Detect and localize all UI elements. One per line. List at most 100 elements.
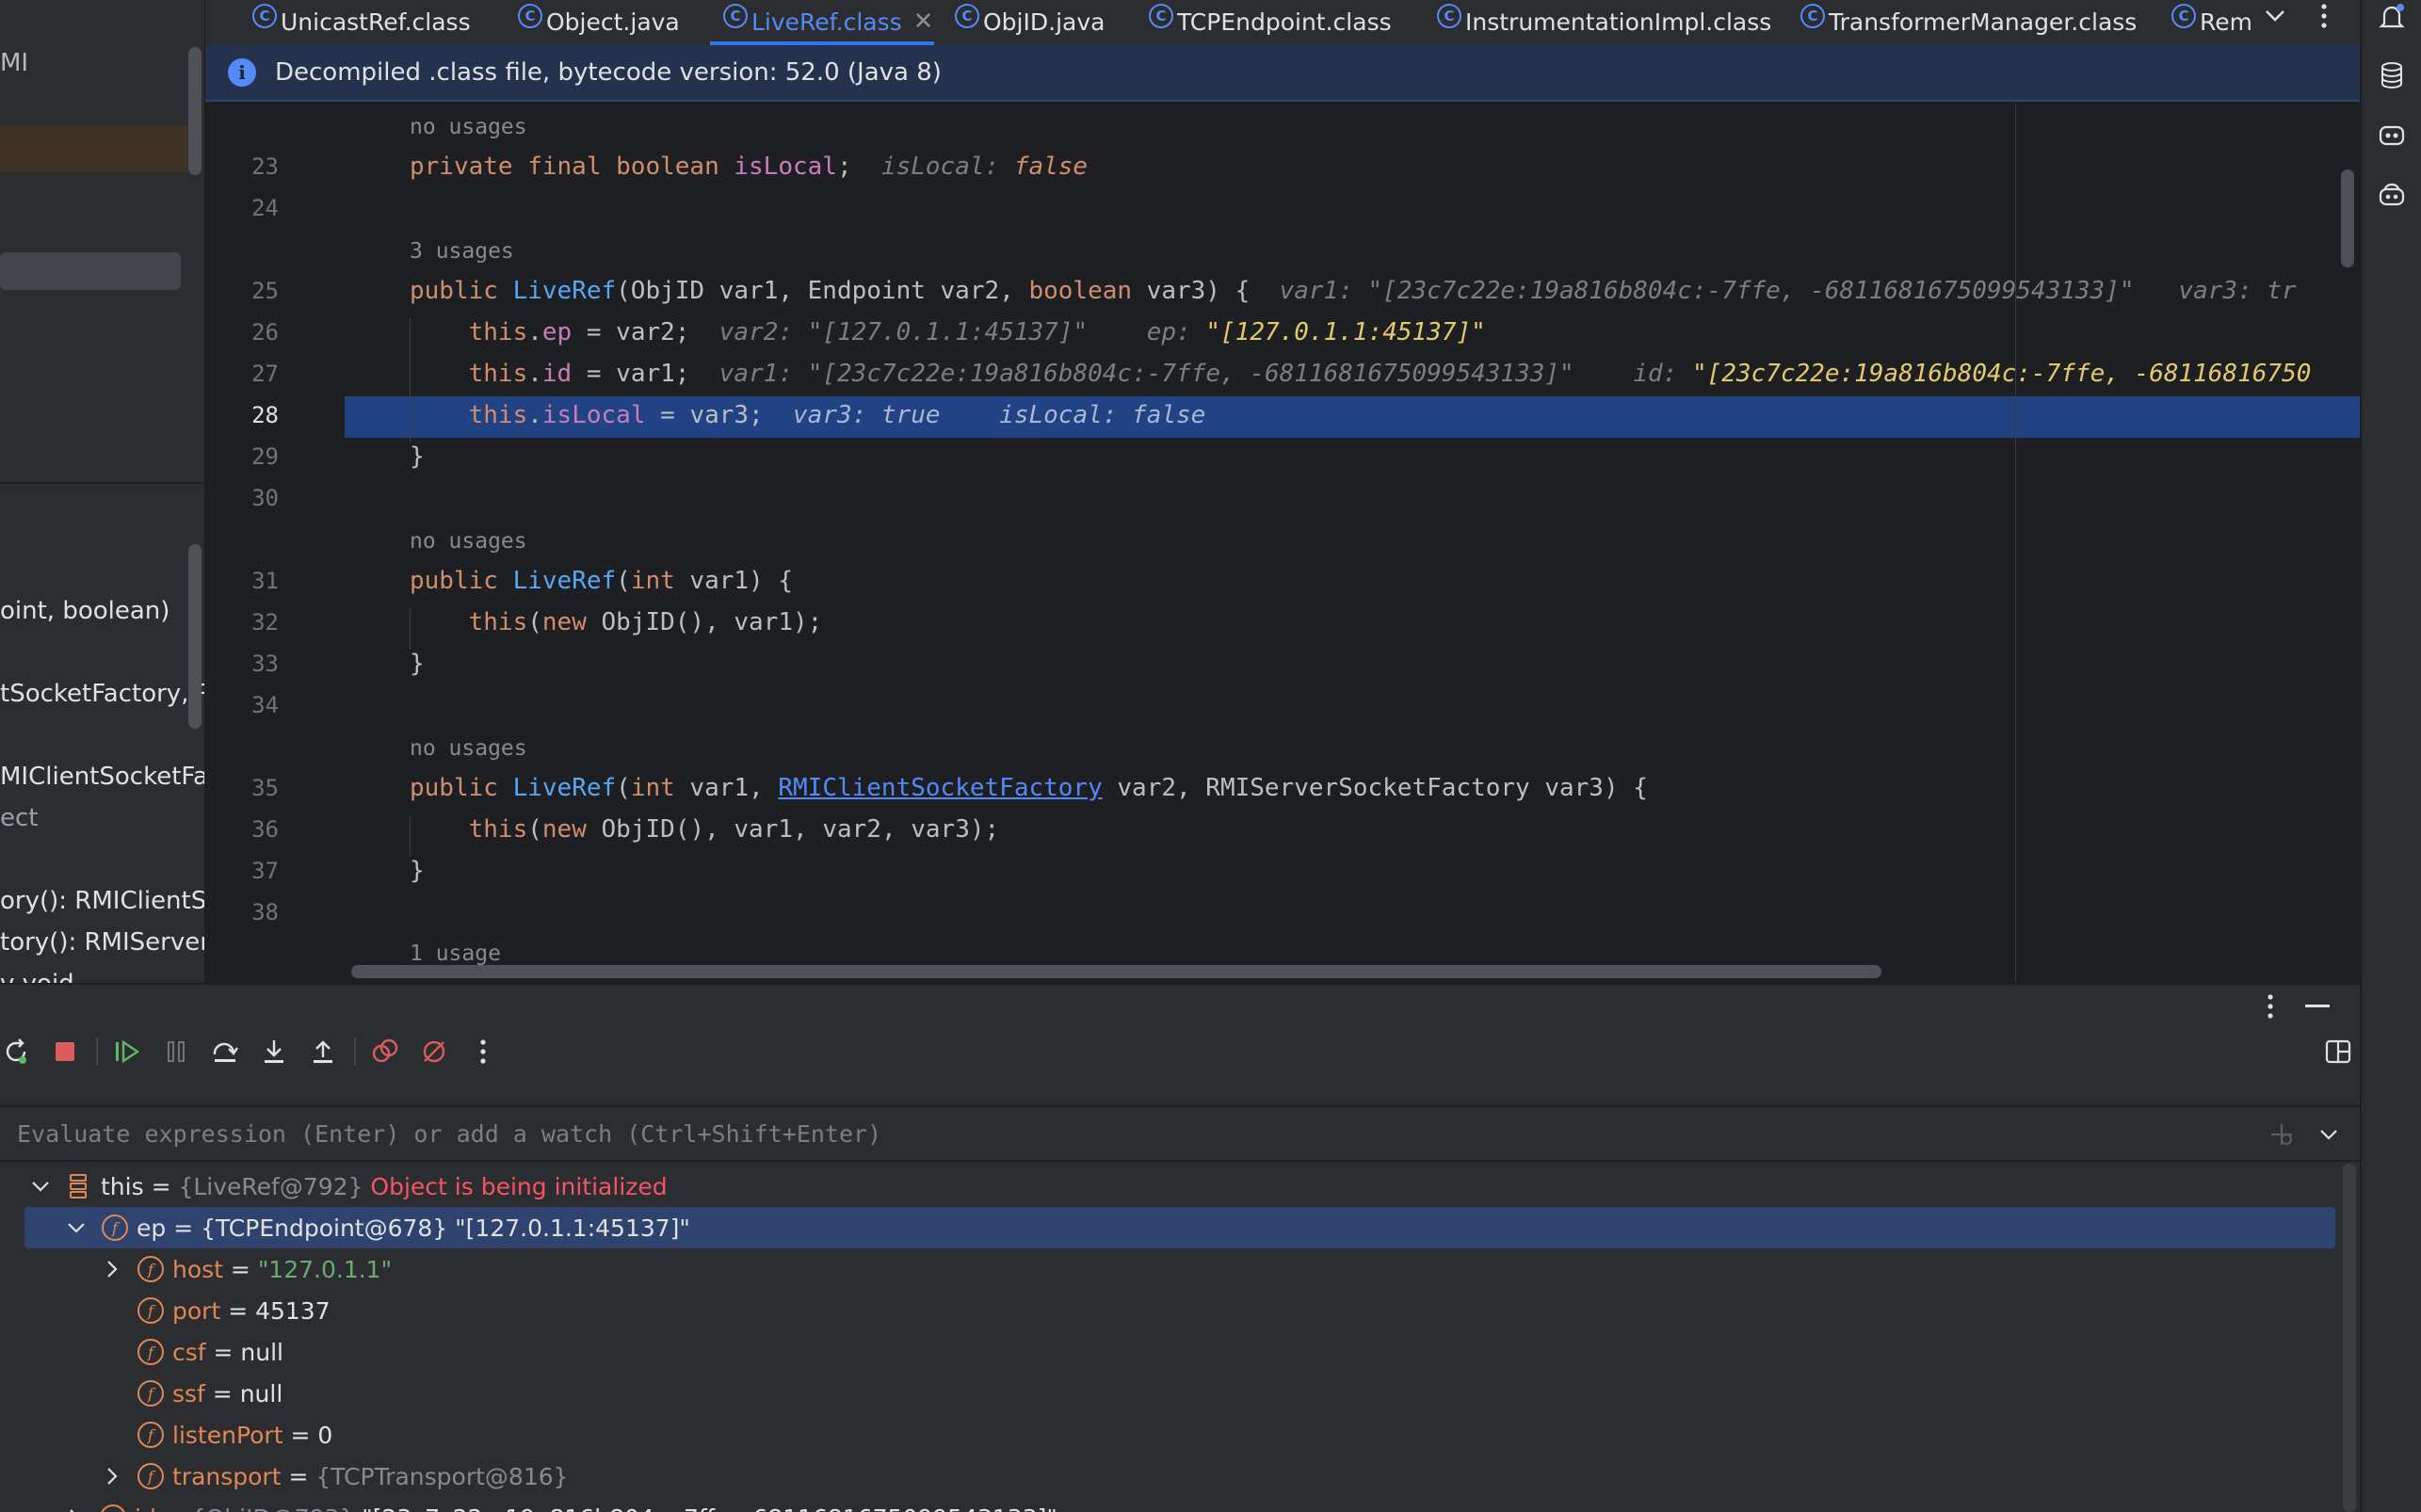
- project-highlight-row[interactable]: [0, 125, 188, 172]
- view-breakpoints-icon[interactable]: [369, 1036, 401, 1068]
- tab-instrumentationimpl[interactable]: C InstrumentationImpl.class: [1424, 0, 1771, 43]
- line-gutter[interactable]: 23 24 25 26 27 28 29 30 31 32 33 34 35 3…: [205, 104, 343, 983]
- variable-equals: =: [143, 1172, 179, 1200]
- structure-item[interactable]: MI: [0, 49, 28, 77]
- notifications-icon[interactable]: [2375, 0, 2409, 34]
- variable-row-ep[interactable]: f ep = {TCPEndpoint@678} "[127.0.1.1:451…: [24, 1207, 2335, 1248]
- code-line-23: private final boolean isLocal; isLocal: …: [410, 153, 1089, 181]
- structure-item[interactable]: ory(): RMIClientSo: [0, 887, 204, 915]
- more-options-icon[interactable]: [2305, 0, 2343, 32]
- field-icon: f: [102, 1214, 128, 1241]
- variable-text: transport = {TCPTransport@816}: [172, 1463, 569, 1490]
- class-icon: C: [955, 4, 979, 28]
- history-dropdown-icon[interactable]: [2313, 1120, 2345, 1149]
- collapse-arrow-icon[interactable]: [66, 1217, 87, 1238]
- close-icon[interactable]: ✕: [913, 8, 934, 36]
- tab-unicastref[interactable]: C UnicastRef.class: [239, 0, 471, 43]
- variable-equals: =: [166, 1214, 202, 1242]
- line-number: 34: [251, 692, 279, 718]
- inline-hint-label: isLocal:: [880, 153, 1000, 181]
- step-out-icon[interactable]: [307, 1036, 339, 1068]
- project-selected-row[interactable]: [0, 252, 181, 290]
- line-number: 26: [251, 319, 279, 346]
- step-over-icon[interactable]: [209, 1036, 241, 1068]
- line-number: 30: [251, 485, 279, 511]
- usages-hint[interactable]: 3 usages: [410, 239, 514, 264]
- structure-item[interactable]: tory(): RMIServerS: [0, 928, 204, 957]
- variable-row-ssf[interactable]: f ssf = null: [0, 1373, 2335, 1414]
- tab-transformermanager[interactable]: C TransformerManager.class: [1787, 0, 2137, 43]
- tab-label: LiveRef.class: [751, 8, 902, 36]
- class-icon: C: [2171, 4, 2196, 28]
- line-number: 33: [251, 651, 279, 677]
- structure-item[interactable]: MIClientSocketFac: [0, 763, 204, 791]
- more-options-icon[interactable]: [2254, 992, 2286, 1021]
- structure-item[interactable]: ect: [0, 804, 39, 832]
- variable-row-csf[interactable]: f csf = null: [0, 1331, 2335, 1373]
- usages-hint[interactable]: no usages: [410, 529, 527, 554]
- usages-hint[interactable]: 1 usage: [410, 941, 501, 966]
- variable-ref: {ObjID@793}: [191, 1504, 355, 1512]
- tab-objid[interactable]: C ObjID.java: [942, 0, 1105, 43]
- structure-item[interactable]: v void: [0, 970, 74, 983]
- copilot-icon[interactable]: [2375, 179, 2409, 213]
- variable-row-listenport[interactable]: f listenPort = 0: [0, 1414, 2335, 1456]
- variables-scrollbar[interactable]: [2343, 1164, 2356, 1512]
- variable-status: Object is being initialized: [363, 1172, 668, 1200]
- tabs-dropdown-icon[interactable]: [2256, 0, 2294, 32]
- variable-row-id[interactable]: f id = {ObjID@793} "[23c7c22e:19a816b804…: [0, 1497, 2335, 1512]
- evaluate-expression-input[interactable]: [17, 1107, 2230, 1160]
- ai-assistant-icon[interactable]: [2375, 119, 2409, 153]
- tab-rem[interactable]: C Rem: [2158, 0, 2252, 43]
- add-watch-icon[interactable]: [2266, 1120, 2298, 1149]
- variable-equals: =: [220, 1296, 256, 1325]
- tab-liveref[interactable]: C LiveRef.class ✕: [710, 0, 934, 45]
- code-editor[interactable]: 23 24 25 26 27 28 29 30 31 32 33 34 35 3…: [205, 104, 2360, 983]
- layout-settings-icon[interactable]: [2322, 1036, 2354, 1068]
- variable-ref: {LiveRef@792}: [178, 1172, 363, 1200]
- line-number: 36: [251, 816, 279, 843]
- database-icon[interactable]: [2375, 58, 2409, 92]
- more-options-icon[interactable]: [467, 1036, 499, 1068]
- variable-text: ssf = null: [172, 1380, 282, 1407]
- variable-name: transport: [172, 1462, 282, 1490]
- resume-icon[interactable]: [111, 1036, 143, 1068]
- editor-horizontal-scrollbar[interactable]: [351, 965, 1881, 978]
- usages-hint[interactable]: no usages: [410, 736, 527, 761]
- structure-item[interactable]: tSocketFactory, R: [0, 680, 204, 708]
- tab-object[interactable]: C Object.java: [505, 0, 680, 43]
- line-number: 27: [251, 361, 279, 387]
- variable-name: this: [101, 1172, 144, 1200]
- expand-arrow-icon[interactable]: [102, 1466, 122, 1487]
- usages-hint[interactable]: no usages: [410, 115, 527, 139]
- expand-arrow-icon[interactable]: [102, 1259, 122, 1279]
- project-scrollbar[interactable]: [188, 47, 202, 175]
- tab-tcpendpoint[interactable]: C TCPEndpoint.class: [1136, 0, 1392, 43]
- variable-row-this[interactable]: this = {LiveRef@792} Object is being ini…: [0, 1166, 2335, 1207]
- pause-icon[interactable]: [160, 1036, 192, 1068]
- variable-row-transport[interactable]: f transport = {TCPTransport@816}: [0, 1456, 2335, 1497]
- structure-scrollbar[interactable]: [188, 544, 202, 729]
- variable-row-host[interactable]: f host = "127.0.1.1": [0, 1248, 2335, 1290]
- collapse-arrow-icon[interactable]: [30, 1176, 51, 1197]
- tab-label: UnicastRef.class: [281, 8, 471, 36]
- inline-hint-label: var3: tr: [2178, 277, 2297, 305]
- variable-text: ep = {TCPEndpoint@678} "[127.0.1.1:45137…: [137, 1214, 690, 1242]
- code-line-25: public LiveRef(ObjID var1, Endpoint var2…: [410, 277, 2297, 305]
- editor-vertical-scrollbar[interactable]: [2341, 169, 2354, 267]
- right-tool-strip: [2360, 0, 2421, 1512]
- expand-arrow-icon[interactable]: [64, 1507, 85, 1512]
- field-icon: f: [100, 1504, 126, 1512]
- inline-hint-label: var2:: [718, 318, 794, 346]
- mute-breakpoints-icon[interactable]: [418, 1036, 450, 1068]
- variable-name: listenPort: [172, 1421, 283, 1449]
- step-into-icon[interactable]: [258, 1036, 290, 1068]
- panel-divider: [0, 482, 204, 484]
- minimize-icon[interactable]: [2301, 992, 2333, 1021]
- inline-hint-value: "[23c7c22e:19a816b804c:-7ffe, -681168167…: [1367, 277, 2135, 305]
- structure-item[interactable]: oint, boolean): [0, 597, 169, 625]
- rerun-icon[interactable]: [0, 1036, 32, 1068]
- variable-row-port[interactable]: f port = 45137: [0, 1290, 2335, 1331]
- variable-value: 45137: [255, 1296, 331, 1325]
- stop-icon[interactable]: [49, 1036, 81, 1068]
